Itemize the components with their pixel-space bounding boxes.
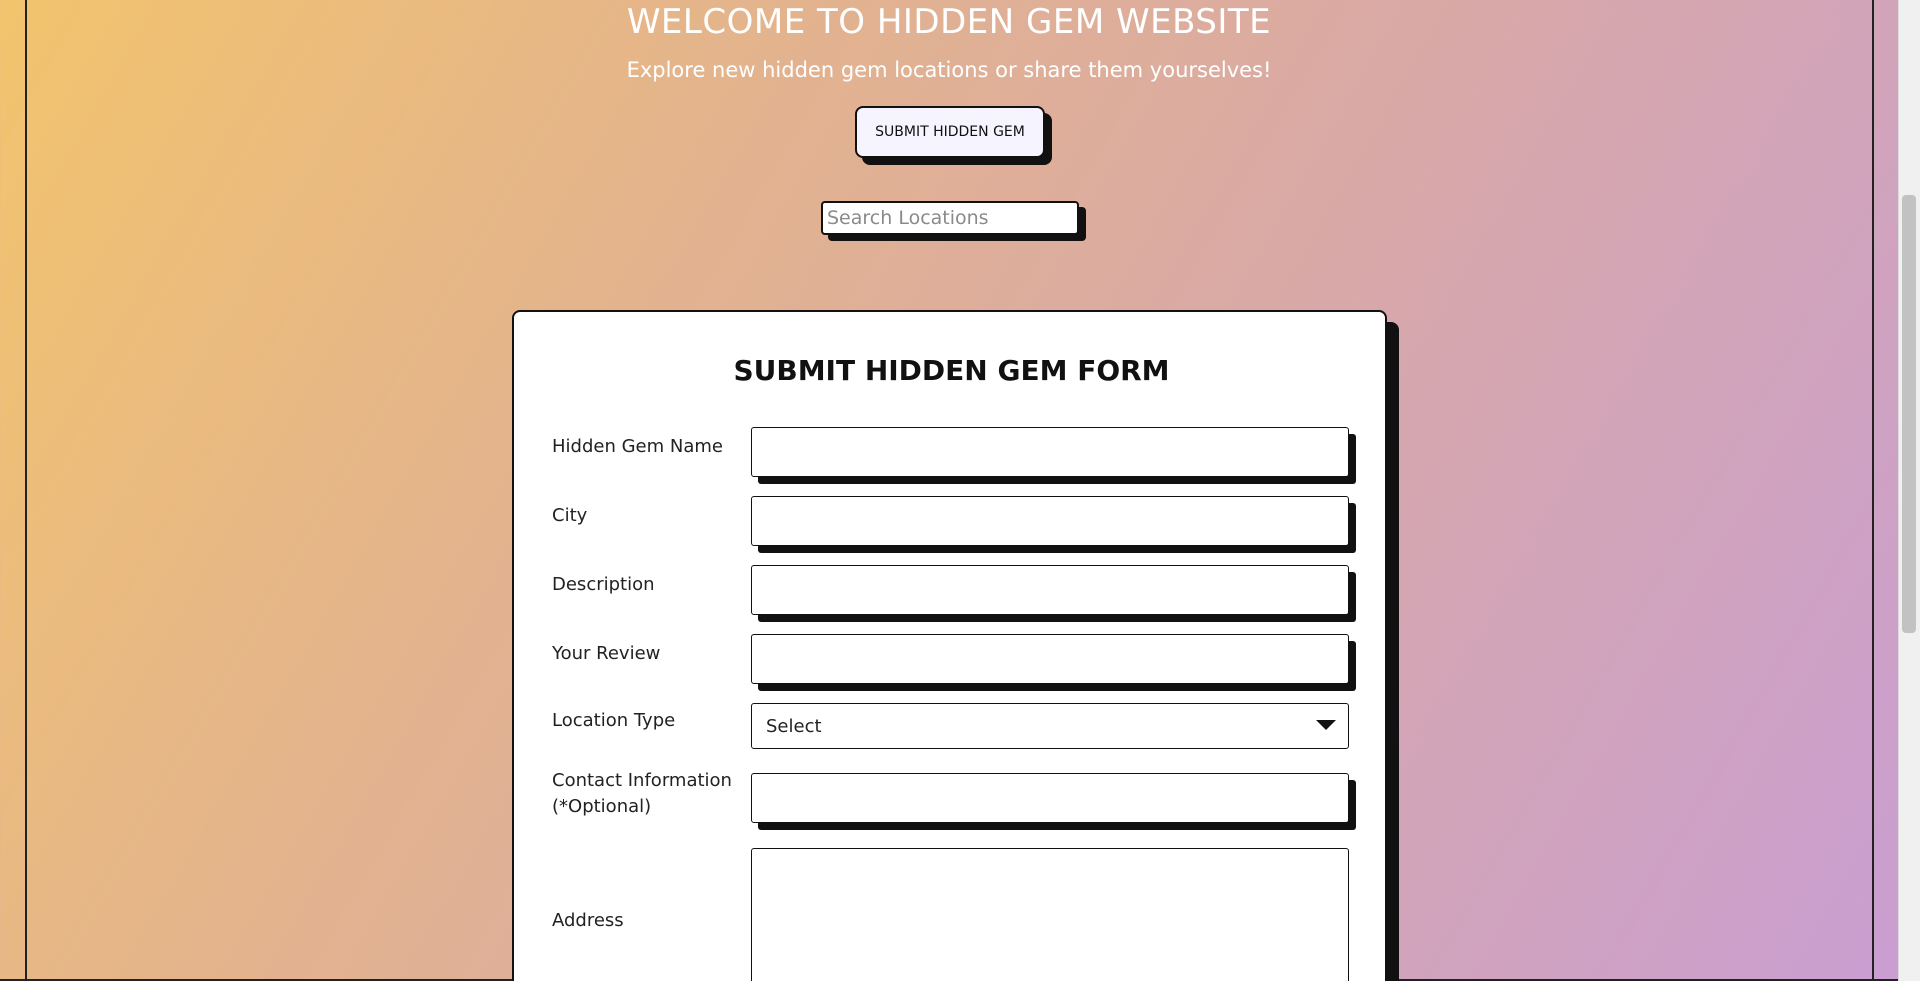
location-type-select[interactable]: Select (751, 703, 1349, 749)
submit-form-card: SUBMIT HIDDEN GEM FORM Hidden Gem Name C… (512, 310, 1387, 981)
contact-information-label: Contact Information (552, 770, 732, 791)
scrollbar-thumb[interactable] (1902, 195, 1916, 633)
address-label: Address (552, 910, 624, 931)
hidden-gem-name-label: Hidden Gem Name (552, 436, 723, 457)
location-type-selected-value: Select (766, 716, 822, 737)
right-border-line (1872, 0, 1874, 981)
page-subtitle: Explore new hidden gem locations or shar… (626, 58, 1272, 82)
contact-information-input[interactable] (751, 773, 1349, 823)
description-input[interactable] (751, 565, 1349, 615)
location-type-label: Location Type (552, 710, 676, 731)
hidden-gem-name-input[interactable] (751, 427, 1349, 477)
form-title: SUBMIT HIDDEN GEM FORM (733, 354, 1170, 387)
search-input[interactable] (821, 201, 1079, 235)
address-textarea[interactable] (751, 848, 1349, 981)
chevron-down-icon (1316, 720, 1336, 730)
city-label: City (552, 505, 588, 526)
left-border-line (25, 0, 27, 981)
submit-hidden-gem-button[interactable]: SUBMIT HIDDEN GEM (855, 106, 1045, 158)
your-review-label: Your Review (552, 643, 661, 664)
description-label: Description (552, 574, 655, 595)
contact-optional-label: (*Optional) (552, 796, 652, 817)
page-title: WELCOME TO HIDDEN GEM WEBSITE (626, 2, 1272, 42)
city-input[interactable] (751, 496, 1349, 546)
your-review-input[interactable] (751, 634, 1349, 684)
